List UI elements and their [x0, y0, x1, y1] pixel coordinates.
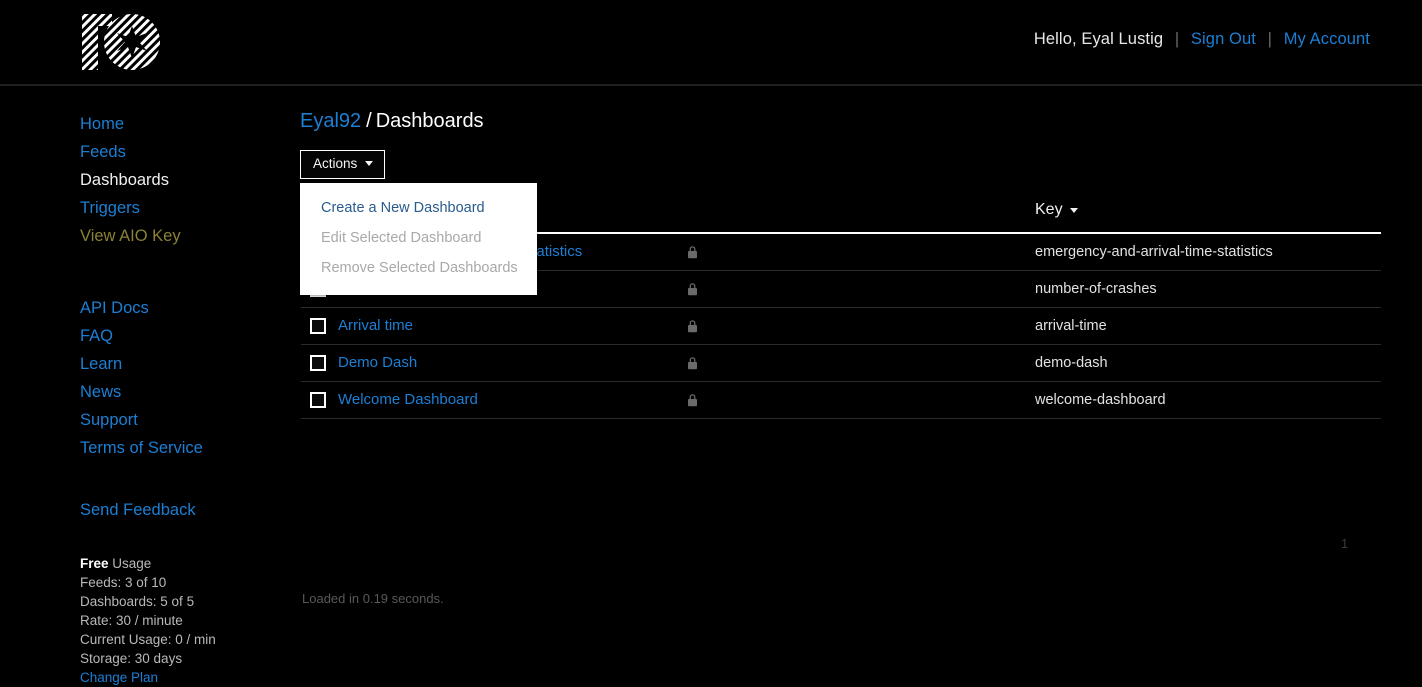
chevron-down-icon	[365, 161, 373, 166]
actions-button[interactable]: Actions	[300, 150, 385, 179]
dashboard-key: number-of-crashes	[1035, 281, 1157, 297]
actions-button-label: Actions	[313, 157, 357, 171]
usage-plan-name: Free	[80, 556, 109, 571]
row-checkbox[interactable]	[310, 392, 326, 408]
sidebar-item-faq[interactable]: FAQ	[80, 322, 300, 350]
menu-item-edit-selected-dashboard: Edit Selected Dashboard	[300, 223, 537, 253]
usage-current: Current Usage: 0 / min	[80, 630, 300, 649]
send-feedback-link[interactable]: Send Feedback	[80, 496, 300, 524]
sidebar: Home Feeds Dashboards Triggers View AIO …	[0, 88, 300, 687]
dashboard-key: emergency-and-arrival-time-statistics	[1035, 244, 1273, 260]
breadcrumb: Eyal92/Dashboards	[300, 110, 1422, 133]
sidebar-gap-2	[80, 462, 300, 496]
usage-feeds: Feeds: 3 of 10	[80, 573, 300, 592]
table-row: Demo Dash demo-dash	[301, 345, 1381, 382]
account-bar: Hello, Eyal Lustig | Sign Out | My Accou…	[1034, 30, 1370, 49]
sidebar-item-view-aio-key[interactable]: View AIO Key	[80, 222, 300, 250]
dashboard-name-link[interactable]: Welcome Dashboard	[338, 391, 478, 408]
lock-icon	[687, 282, 698, 296]
sidebar-item-terms-of-service[interactable]: Terms of Service	[80, 434, 300, 462]
sign-out-link[interactable]: Sign Out	[1191, 30, 1256, 48]
table-row: Welcome Dashboard welcome-dashboard	[301, 382, 1381, 419]
column-header-key-label: Key	[1035, 201, 1063, 219]
actions-dropdown-wrap: Actions Create a New Dashboard Edit Sele…	[300, 150, 1422, 179]
header-separator-1: |	[1168, 30, 1186, 48]
row-checkbox[interactable]	[310, 318, 326, 334]
dashboard-name-link[interactable]: Arrival time	[338, 317, 413, 334]
sidebar-item-api-docs[interactable]: API Docs	[80, 294, 300, 322]
row-checkbox[interactable]	[310, 355, 326, 371]
usage-storage: Storage: 30 days	[80, 649, 300, 668]
lock-icon	[687, 393, 698, 407]
page-title: Dashboards	[376, 110, 484, 132]
lock-icon	[687, 319, 698, 333]
pagination-current-page[interactable]: 1	[1341, 536, 1348, 551]
sidebar-gap-1	[80, 250, 300, 294]
dashboard-key: demo-dash	[1035, 355, 1108, 371]
usage-dashboards: Dashboards: 5 of 5	[80, 592, 300, 611]
menu-item-create-new-dashboard[interactable]: Create a New Dashboard	[300, 193, 537, 223]
actions-dropdown-menu: Create a New Dashboard Edit Selected Das…	[300, 183, 537, 295]
main-content: Eyal92/Dashboards Actions Create a New D…	[300, 88, 1422, 685]
sidebar-item-feeds[interactable]: Feeds	[80, 138, 300, 166]
top-header: Hello, Eyal Lustig | Sign Out | My Accou…	[0, 0, 1422, 86]
adafruit-io-logo[interactable]	[80, 10, 162, 74]
usage-plan-suffix: Usage	[109, 556, 152, 571]
sidebar-item-home[interactable]: Home	[80, 110, 300, 138]
my-account-link[interactable]: My Account	[1284, 30, 1370, 48]
usage-plan-row: Free Usage	[80, 554, 300, 573]
usage-rate: Rate: 30 / minute	[80, 611, 300, 630]
greeting-text: Hello, Eyal Lustig	[1034, 30, 1163, 48]
sidebar-item-triggers[interactable]: Triggers	[80, 194, 300, 222]
dashboard-key: arrival-time	[1035, 318, 1107, 334]
sidebar-item-news[interactable]: News	[80, 378, 300, 406]
header-separator-2: |	[1261, 30, 1279, 48]
table-row: Arrival time arrival-time	[301, 308, 1381, 345]
change-plan-link[interactable]: Change Plan	[80, 670, 158, 685]
column-header-key[interactable]: Key	[1035, 201, 1078, 219]
sidebar-item-dashboards[interactable]: Dashboards	[80, 166, 300, 194]
lock-icon	[687, 356, 698, 370]
sidebar-gap-3	[80, 524, 300, 554]
menu-item-remove-selected-dashboards: Remove Selected Dashboards	[300, 253, 537, 283]
breadcrumb-owner[interactable]: Eyal92	[300, 110, 361, 132]
breadcrumb-slash: /	[361, 110, 376, 132]
sidebar-item-learn[interactable]: Learn	[80, 350, 300, 378]
dashboard-name-link[interactable]: Demo Dash	[338, 354, 417, 371]
sidebar-item-support[interactable]: Support	[80, 406, 300, 434]
dashboard-key: welcome-dashboard	[1035, 392, 1166, 408]
load-time-note: Loaded in 0.19 seconds.	[302, 591, 444, 606]
sort-caret-icon	[1070, 208, 1078, 213]
usage-panel: Free Usage Feeds: 3 of 10 Dashboards: 5 …	[80, 554, 300, 687]
lock-icon	[687, 245, 698, 259]
